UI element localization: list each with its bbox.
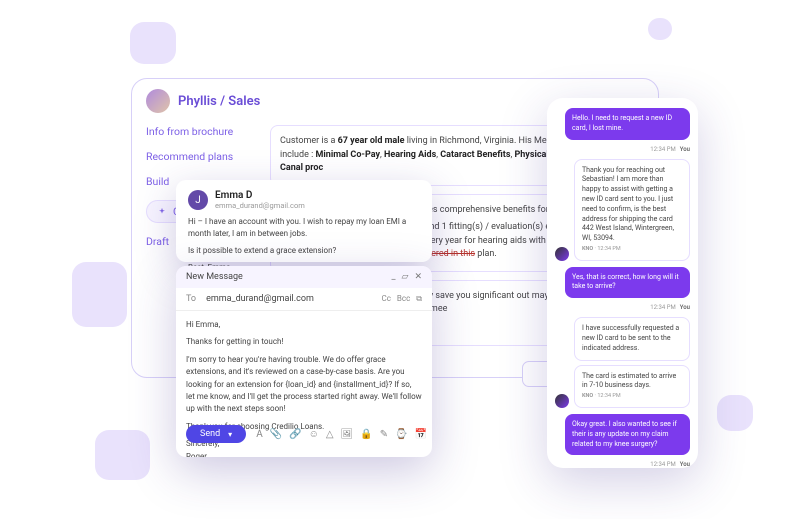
attach-icon[interactable]: 📎 [270, 429, 282, 440]
chat-msg-user: Hello. I need to request a new ID card, … [565, 108, 690, 140]
image-icon[interactable]: 🖼 [341, 429, 354, 440]
calendar-icon[interactable]: 📅 [415, 429, 427, 440]
compose-title: New Message [186, 272, 243, 282]
expand-icon[interactable]: ▱ [402, 272, 409, 282]
bg-decor [95, 430, 150, 480]
sender-email: emma_durand@gmail.com [215, 201, 305, 210]
to-value[interactable]: emma_durand@gmail.com [206, 294, 314, 304]
minimize-icon[interactable]: _ [391, 272, 395, 282]
agent-avatar [555, 394, 569, 408]
compose-header[interactable]: New Message _ ▱ ✕ [176, 266, 432, 288]
pen-icon[interactable]: ✎ [380, 429, 388, 440]
to-label: To [186, 294, 196, 304]
link-icon[interactable]: 🔗 [289, 429, 301, 440]
chat-panel: Hello. I need to request a new ID card, … [547, 98, 698, 468]
format-icon[interactable]: A [256, 429, 263, 440]
agent-avatar [555, 247, 569, 261]
lock-icon[interactable]: 🔒 [360, 429, 372, 440]
bg-decor [717, 395, 753, 431]
compose-to-row: To emma_durand@gmail.com Cc Bcc ⧉ [176, 288, 432, 311]
sales-title: Phyllis / Sales [178, 94, 260, 109]
emoji-icon[interactable]: ☺ [309, 429, 319, 440]
sparkle-icon [157, 207, 167, 217]
bcc-toggle[interactable]: Bcc [397, 294, 410, 304]
cc-toggle[interactable]: Cc [382, 294, 391, 304]
send-button[interactable]: Send▾ [186, 425, 246, 443]
user-avatar [146, 89, 170, 113]
send-caret-icon[interactable]: ▾ [228, 430, 232, 439]
sender-avatar: J [188, 190, 208, 210]
chat-msg-user: Yes, that is correct, how long will it t… [565, 267, 690, 299]
chat-msg-agent-row: I have successfully requested a new ID c… [555, 317, 690, 408]
compose-body[interactable]: Hi Emma, Thanks for getting in touch! I'… [176, 311, 432, 419]
chat-msg-user: Okay great. I also wanted to see if thei… [565, 414, 690, 455]
chat-msg-agent: The card is estimated to arrive in 7-10 … [574, 365, 690, 408]
bg-decor [130, 22, 176, 64]
contacts-icon[interactable]: ⧉ [416, 294, 422, 304]
schedule-icon[interactable]: ⌚ [395, 429, 407, 440]
sender-name: Emma D [215, 190, 305, 201]
sidebar-item-brochure[interactable]: Info from brochure [146, 125, 261, 138]
chat-msg-agent-row: Thank you for reaching out Sebastian! I … [555, 159, 690, 261]
chat-msg-agent: Thank you for reaching out Sebastian! I … [574, 159, 690, 261]
drive-icon[interactable]: △ [326, 429, 334, 440]
sidebar-item-recommend[interactable]: Recommend plans [146, 150, 261, 163]
bg-decor [648, 18, 672, 40]
compose-window: New Message _ ▱ ✕ To emma_durand@gmail.co… [176, 266, 432, 457]
incoming-email-card: J Emma D emma_durand@gmail.com Hi – I ha… [176, 180, 432, 262]
chat-msg-agent: I have successfully requested a new ID c… [574, 317, 690, 360]
close-icon[interactable]: ✕ [414, 272, 422, 282]
bg-decor [72, 262, 127, 327]
